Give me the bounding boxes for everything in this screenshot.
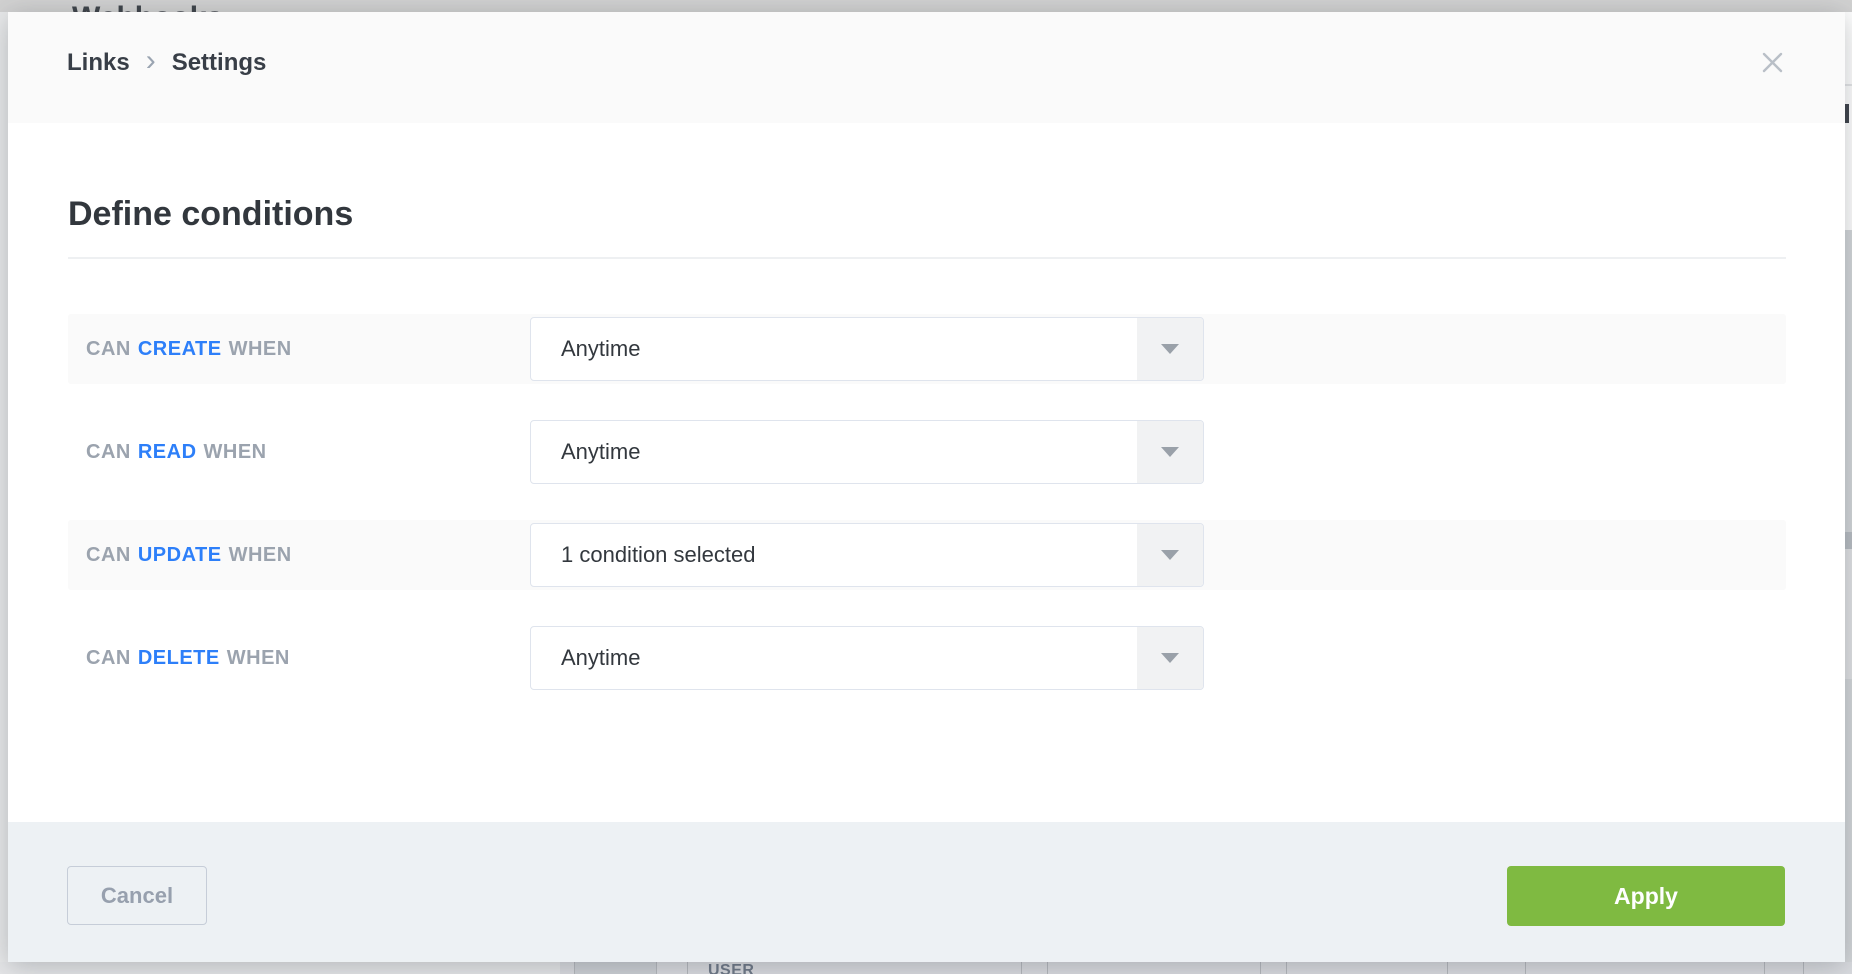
title-divider xyxy=(68,257,1786,259)
background-right-sliver xyxy=(1845,12,1852,962)
permission-row-read: CAN READ WHEN Anytime xyxy=(68,417,1786,487)
background-clipped-text: Webhooks xyxy=(72,3,223,12)
create-condition-dropdown[interactable]: Anytime xyxy=(530,317,1204,381)
chevron-down-icon xyxy=(1137,318,1203,380)
delete-condition-dropdown[interactable]: Anytime xyxy=(530,626,1204,690)
cancel-button[interactable]: Cancel xyxy=(67,866,207,925)
dropdown-selected-value: Anytime xyxy=(561,318,640,380)
background-divider-fragment xyxy=(1845,84,1852,86)
chevron-down-icon xyxy=(1137,421,1203,483)
background-table-cell xyxy=(574,962,656,974)
table-grid-line xyxy=(1525,962,1526,974)
table-grid-line xyxy=(1021,962,1022,974)
table-grid-line xyxy=(1260,962,1261,974)
table-grid-line xyxy=(574,962,575,974)
table-grid-line xyxy=(1286,962,1287,974)
background-left-sliver xyxy=(0,12,8,962)
background-text-fragment xyxy=(1845,104,1849,123)
permission-label: CAN UPDATE WHEN xyxy=(86,520,292,590)
table-grid-line xyxy=(687,962,688,974)
scrollbar-thumb xyxy=(1845,549,1852,679)
table-grid-line xyxy=(1047,962,1048,974)
table-grid-line xyxy=(656,962,657,974)
dropdown-selected-value: Anytime xyxy=(561,421,640,483)
close-icon[interactable] xyxy=(1761,51,1784,74)
permission-label: CAN CREATE WHEN xyxy=(86,314,292,384)
apply-button[interactable]: Apply xyxy=(1507,866,1785,926)
read-condition-dropdown[interactable]: Anytime xyxy=(530,420,1204,484)
breadcrumb-item-settings[interactable]: Settings xyxy=(172,48,267,78)
page-title: Define conditions xyxy=(68,194,353,234)
chevron-down-icon xyxy=(1137,627,1203,689)
modal-header: Links › Settings xyxy=(8,12,1845,123)
dropdown-selected-value: 1 condition selected xyxy=(561,524,755,586)
table-grid-line xyxy=(1764,962,1765,974)
permission-row-update: CAN UPDATE WHEN 1 condition selected xyxy=(68,520,1786,590)
permission-label: CAN DELETE WHEN xyxy=(86,623,290,693)
permission-label: CAN READ WHEN xyxy=(86,417,267,487)
permission-rows: CAN CREATE WHEN Anytime CAN READ WHEN An… xyxy=(68,314,1786,726)
settings-modal: Links › Settings Define conditions CAN C… xyxy=(8,12,1845,962)
permission-row-delete: CAN DELETE WHEN Anytime xyxy=(68,623,1786,693)
table-grid-line xyxy=(1803,962,1804,974)
chevron-right-icon: › xyxy=(146,48,156,74)
modal-footer: Cancel Apply xyxy=(8,822,1845,962)
breadcrumb: Links › Settings xyxy=(67,47,266,79)
background-page-top-strip: Webhooks xyxy=(0,0,1852,12)
dropdown-selected-value: Anytime xyxy=(561,627,640,689)
breadcrumb-item-links[interactable]: Links xyxy=(67,48,130,78)
update-condition-dropdown[interactable]: 1 condition selected xyxy=(530,523,1204,587)
background-table-strip: USER xyxy=(0,962,1852,974)
table-column-header-user: USER xyxy=(708,963,754,974)
permission-row-create: CAN CREATE WHEN Anytime xyxy=(68,314,1786,384)
scrollbar-track[interactable] xyxy=(1845,230,1852,962)
scrollbar-thumb-edge xyxy=(1845,532,1852,549)
table-grid-line xyxy=(1447,962,1448,974)
chevron-down-icon xyxy=(1137,524,1203,586)
